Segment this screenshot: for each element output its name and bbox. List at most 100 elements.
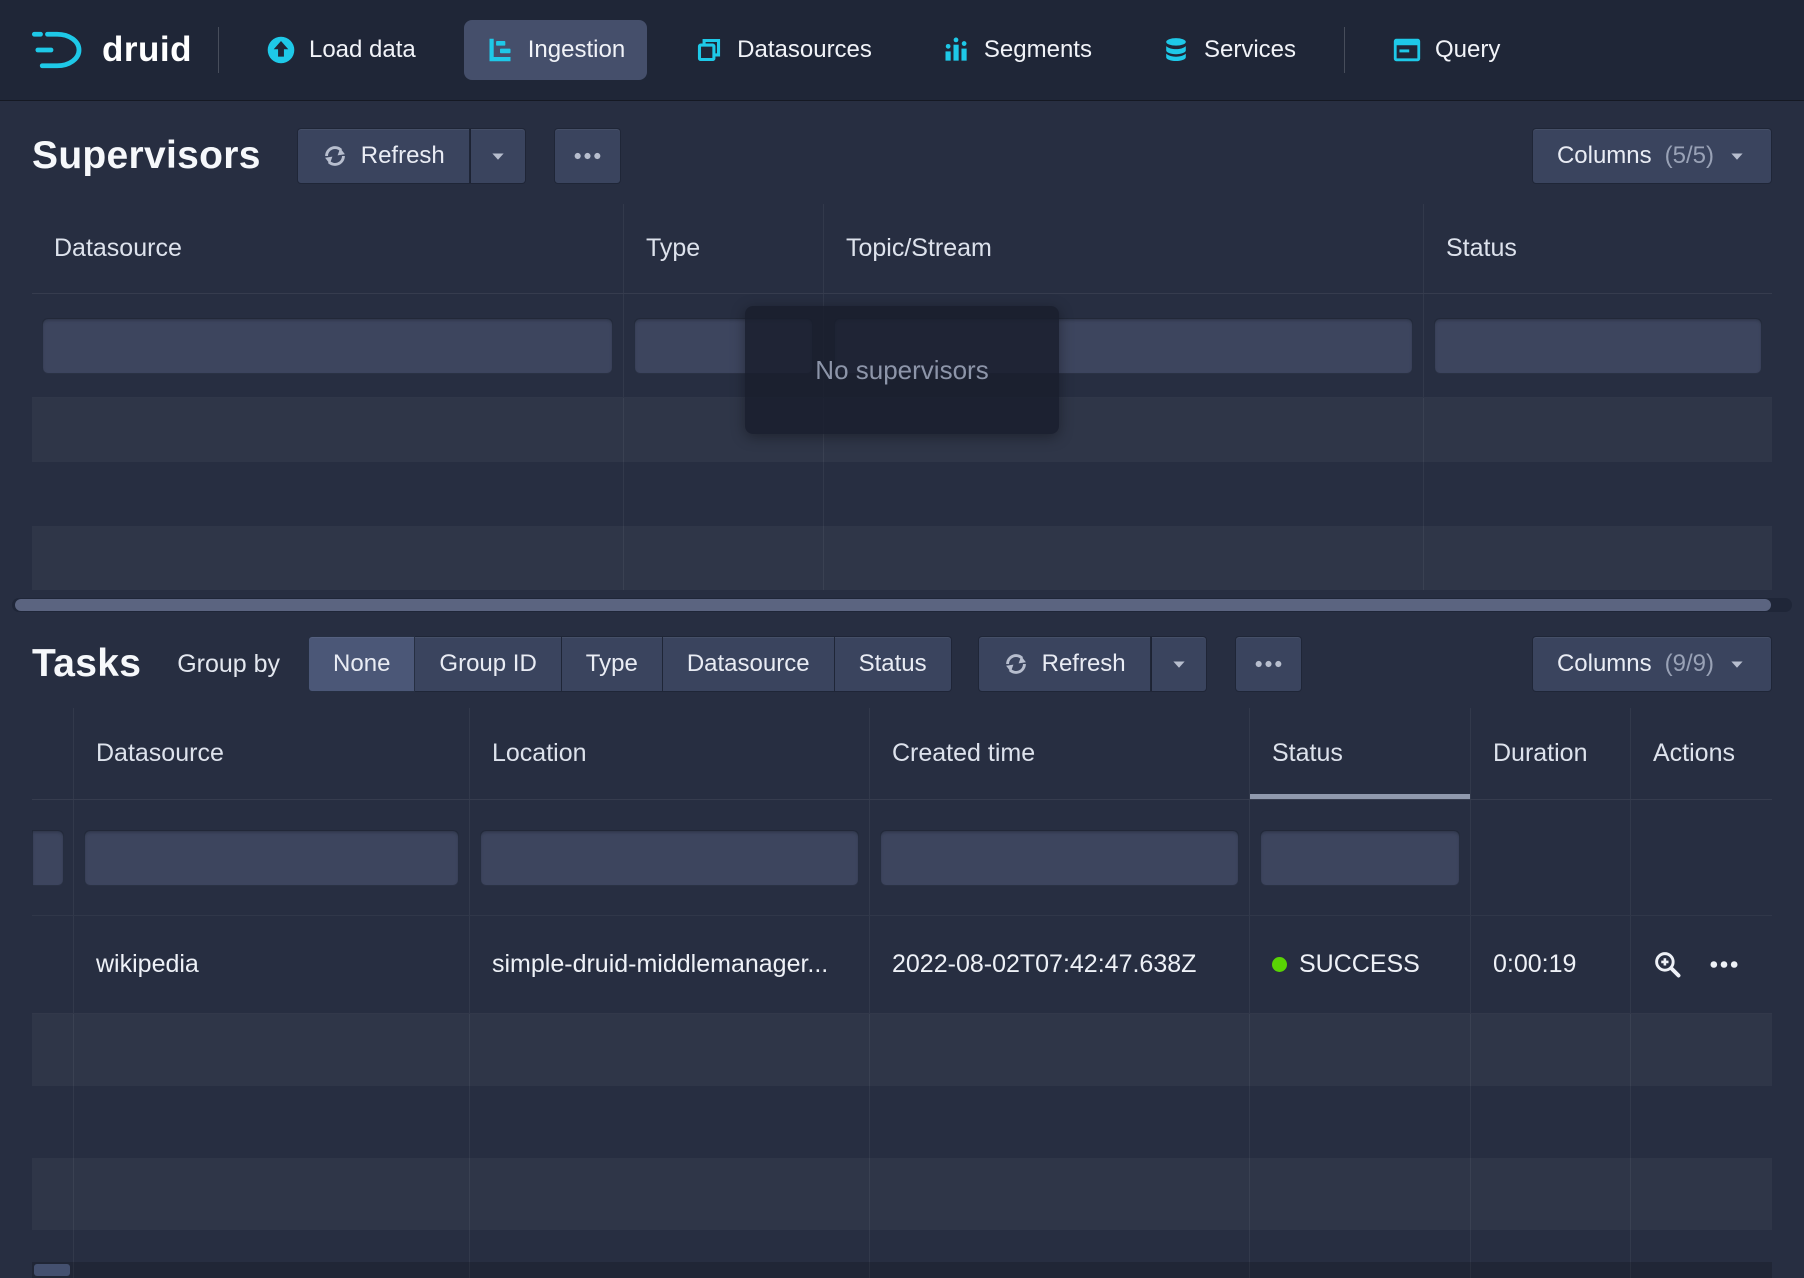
table-cell [1471,1158,1631,1230]
created-time-filter-input[interactable] [880,830,1239,886]
filter-cell [74,800,470,915]
nav-datasources[interactable]: Datasources [673,20,894,80]
table-row[interactable]: wikipedia simple-druid-middlemanager... … [32,916,1772,1014]
columns-label: Columns [1557,650,1652,678]
table-cell [32,1086,74,1158]
tasks-header-row: Datasource Location Created time Status … [32,708,1772,800]
status-filter-input[interactable] [1260,830,1460,886]
table-cell [624,526,824,590]
chevron-down-icon [1169,654,1189,674]
tasks-column-header-status[interactable]: Status [1250,708,1471,799]
supervisors-columns-button[interactable]: Columns (5/5) [1532,128,1772,184]
table-cell [1631,1158,1772,1230]
tasks-column-header-datasource[interactable]: Datasource [74,708,470,799]
group-by-status-button[interactable]: Status [835,636,952,692]
table-cell [624,462,824,526]
filter-cell [32,294,624,397]
nav-load-data[interactable]: Load data [245,20,438,80]
filter-cell [1250,800,1471,915]
hidden-column-filter-input[interactable] [32,830,64,886]
empty-row [32,1086,1772,1158]
supervisors-column-header-status[interactable]: Status [1424,204,1772,293]
gantt-chart-icon [486,36,514,64]
filter-cell [470,800,870,915]
navbar-divider [1344,27,1345,73]
druid-logo[interactable]: druid [30,29,192,71]
database-icon [1162,36,1190,64]
table-cell [74,1014,470,1086]
nav-query[interactable]: Query [1371,20,1522,80]
supervisors-refresh-button[interactable]: Refresh [297,128,470,184]
group-by-label: Group by [177,650,280,679]
group-by-group-id-button[interactable]: Group ID [415,636,561,692]
status-filter-input[interactable] [1434,318,1762,374]
datasource-filter-input[interactable] [84,830,459,886]
table-cell [1471,1014,1631,1086]
tasks-section: Tasks Group by None Group ID Type Dataso… [0,620,1804,1278]
tasks-columns-button[interactable]: Columns (9/9) [1532,636,1772,692]
nav-label: Datasources [737,36,872,64]
empty-row [32,1014,1772,1086]
table-cell [1631,800,1772,915]
druid-logo-icon [30,29,86,71]
table-cell [1631,1014,1772,1086]
table-cell [870,1158,1250,1230]
supervisors-column-header-datasource[interactable]: Datasource [32,204,624,293]
scrollbar-thumb[interactable] [15,599,1771,611]
columns-count: (9/9) [1665,650,1714,678]
scrollbar-thumb[interactable] [34,1264,70,1276]
top-navbar: druid Load data Ingestion Datasources [0,0,1804,100]
datasource-filter-input[interactable] [42,318,613,374]
group-by-type-button[interactable]: Type [562,636,663,692]
table-cell [74,1086,470,1158]
supervisors-column-header-topic-stream[interactable]: Topic/Stream [824,204,1424,293]
empty-row [32,462,1772,526]
empty-row [32,1158,1772,1230]
empty-row [32,526,1772,590]
location-filter-input[interactable] [480,830,859,886]
filter-cell [870,800,1250,915]
more-actions-icon[interactable] [1710,960,1738,969]
tasks-more-button[interactable] [1235,636,1302,692]
tasks-refresh-button[interactable]: Refresh [978,636,1151,692]
upload-icon [267,36,295,64]
datasource-cell: wikipedia [74,916,470,1013]
columns-count: (5/5) [1665,142,1714,170]
tasks-refresh-dropdown-button[interactable] [1151,636,1207,692]
chevron-down-icon [488,146,508,166]
columns-label: Columns [1557,142,1652,170]
table-cell [1250,1086,1471,1158]
table-cell [74,1158,470,1230]
tasks-column-header-blank [32,708,74,799]
table-cell [32,398,624,462]
tasks-column-header-location[interactable]: Location [470,708,870,799]
nav-label: Services [1204,36,1296,64]
nav-label: Load data [309,36,416,64]
bar-chart-icon [942,36,970,64]
navbar-divider [218,27,219,73]
nav-label: Ingestion [528,36,625,64]
tasks-controls: Tasks Group by None Group ID Type Dataso… [0,620,1804,708]
table-cell [1471,800,1631,915]
refresh-icon [322,143,348,169]
group-by-none-button[interactable]: None [308,636,415,692]
table-cell [32,526,624,590]
more-icon [574,152,601,160]
tasks-column-header-created-time[interactable]: Created time [870,708,1250,799]
supervisors-table: Datasource Type Topic/Stream Status No s… [32,204,1772,590]
supervisors-refresh-dropdown-button[interactable] [470,128,526,184]
nav-ingestion[interactable]: Ingestion [464,20,647,80]
group-by-datasource-button[interactable]: Datasource [663,636,835,692]
layers-icon [695,36,723,64]
brand-name: druid [102,30,192,70]
table-cell [824,526,1424,590]
table-cell [32,1014,74,1086]
magnifying-glass-icon[interactable] [1653,950,1682,979]
nav-services[interactable]: Services [1140,20,1318,80]
supervisors-column-header-type[interactable]: Type [624,204,824,293]
tasks-column-header-actions[interactable]: Actions [1631,708,1772,799]
nav-segments[interactable]: Segments [920,20,1114,80]
chevron-down-icon [1727,146,1747,166]
tasks-column-header-duration[interactable]: Duration [1471,708,1631,799]
supervisors-more-button[interactable] [554,128,621,184]
